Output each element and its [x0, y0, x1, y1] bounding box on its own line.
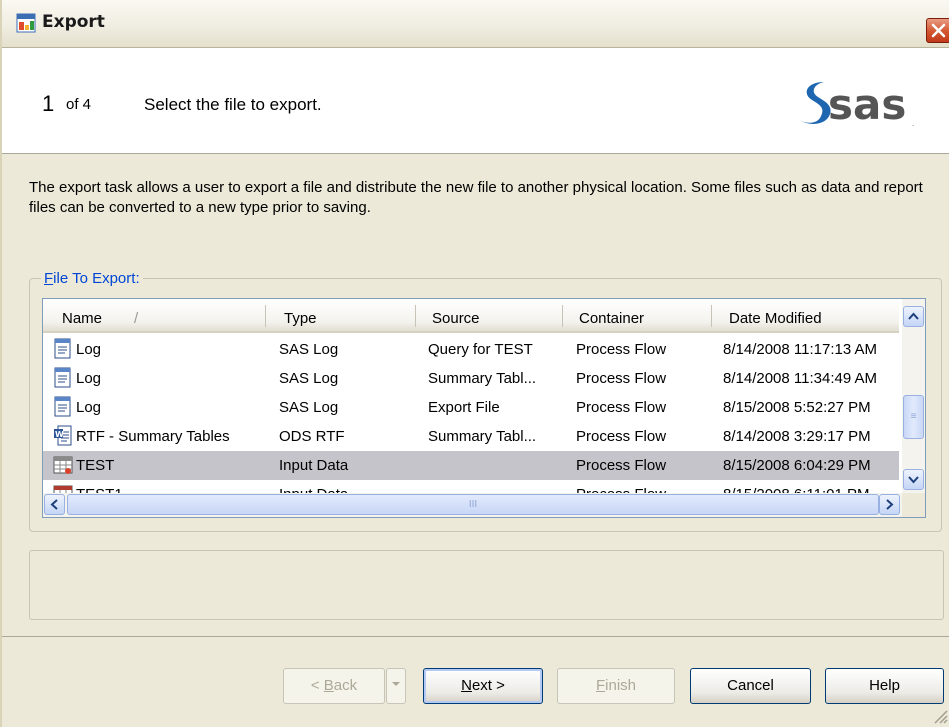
- back-label: ack: [333, 677, 358, 694]
- horizontal-scrollbar[interactable]: III: [43, 493, 902, 517]
- table-row[interactable]: Log SAS Log Query for TEST Process Flow …: [43, 335, 899, 364]
- chevron-up-icon: [908, 312, 919, 320]
- step-count: of 4: [66, 96, 92, 113]
- close-icon: [931, 23, 946, 38]
- scroll-down-button[interactable]: [903, 469, 924, 490]
- cell-source: Query for TEST: [428, 341, 533, 358]
- column-header-container[interactable]: Container: [579, 310, 644, 327]
- log-file-icon: [54, 367, 71, 388]
- svg-text:W: W: [55, 430, 64, 439]
- wizard-header: 1 of 4 Select the file to export. sas .: [2, 48, 949, 154]
- cell-date-modified: 8/14/2008 3:29:17 PM: [723, 428, 871, 445]
- vertical-scrollbar[interactable]: ≡: [902, 299, 925, 493]
- back-button[interactable]: < Back: [283, 668, 385, 704]
- cell-name: Log: [76, 341, 102, 358]
- svg-text:sas: sas: [828, 80, 906, 129]
- resize-grip-icon[interactable]: [930, 706, 948, 724]
- scroll-up-button[interactable]: [903, 306, 924, 327]
- cell-container: Process Flow: [576, 428, 667, 445]
- file-to-export-label: File To Export:: [41, 270, 143, 287]
- column-header-type[interactable]: Type: [284, 310, 317, 327]
- next-button[interactable]: Next >: [423, 668, 543, 704]
- column-header-name[interactable]: Name: [62, 310, 102, 327]
- cell-container: Process Flow: [576, 399, 667, 416]
- cell-type: SAS Log: [279, 341, 339, 358]
- cell-container: Process Flow: [576, 341, 667, 358]
- finish-button[interactable]: Finish: [557, 668, 675, 704]
- table-row[interactable]: W RTF - Summary Tables ODS RTF Summary T…: [43, 422, 899, 451]
- next-mnemonic: N: [461, 677, 472, 694]
- message-panel: [29, 550, 944, 620]
- cell-container: Process Flow: [576, 457, 667, 474]
- cell-source: Summary Tabl...: [428, 370, 537, 387]
- column-divider[interactable]: [265, 305, 266, 327]
- column-divider[interactable]: [562, 305, 563, 327]
- log-file-icon: [54, 338, 71, 359]
- column-divider[interactable]: [711, 305, 712, 327]
- file-to-export-mnemonic: F: [44, 270, 54, 287]
- step-title: Select the file to export.: [144, 95, 322, 114]
- back-history-dropdown[interactable]: [386, 668, 406, 704]
- cancel-button[interactable]: Cancel: [690, 668, 811, 704]
- window-title: Export: [42, 12, 105, 32]
- export-dialog: Export 1 of 4 Select the file to export.…: [0, 0, 949, 727]
- step-number: 1: [42, 91, 55, 116]
- svg-text:.: .: [912, 120, 914, 128]
- rtf-file-icon: W: [54, 425, 72, 446]
- cell-type: SAS Log: [279, 370, 339, 387]
- table-row[interactable]: Log SAS Log Summary Tabl... Process Flow…: [43, 364, 899, 393]
- finish-mnemonic: F: [595, 677, 606, 694]
- sort-indicator: /: [134, 310, 139, 327]
- cell-date-modified: 8/15/2008 5:52:27 PM: [723, 399, 871, 416]
- cell-source: Summary Tabl...: [428, 428, 537, 445]
- cell-date-modified: 8/14/2008 11:34:49 AM: [723, 370, 878, 387]
- title-bar[interactable]: Export: [2, 0, 949, 48]
- log-file-icon: [54, 396, 71, 417]
- scroll-thumb[interactable]: ≡: [903, 395, 924, 439]
- back-mnemonic: B: [323, 677, 334, 694]
- close-button[interactable]: [926, 18, 949, 43]
- table-row[interactable]: Log SAS Log Export File Process Flow 8/1…: [43, 393, 899, 422]
- cell-type: ODS RTF: [279, 428, 345, 445]
- sas-logo: sas .: [800, 80, 914, 129]
- chevron-down-icon: [908, 476, 919, 484]
- help-button[interactable]: Help: [825, 668, 944, 704]
- cell-type: Input Data: [279, 457, 349, 474]
- cell-type: SAS Log: [279, 399, 339, 416]
- next-label: ext >: [471, 677, 505, 694]
- task-description: The export task allows a user to export …: [29, 179, 923, 216]
- finish-label: inish: [605, 677, 637, 694]
- file-list[interactable]: Name / Type Source Container Date Modifi…: [42, 298, 926, 518]
- horizontal-scroll-thumb[interactable]: III: [67, 494, 879, 515]
- chevron-right-icon: [886, 499, 894, 510]
- cell-date-modified: 8/14/2008 11:17:13 AM: [723, 341, 878, 358]
- list-header: Name / Type Source Container Date Modifi…: [43, 299, 899, 333]
- cell-name: RTF - Summary Tables: [76, 428, 230, 445]
- scroll-corner: [902, 493, 925, 517]
- cell-container: Process Flow: [576, 370, 667, 387]
- column-divider[interactable]: [415, 305, 416, 327]
- table-row-selected[interactable]: TEST Input Data Process Flow 8/15/2008 6…: [43, 451, 899, 480]
- cell-name: TEST: [76, 457, 115, 474]
- export-app-icon: [16, 13, 36, 33]
- column-header-date-modified[interactable]: Date Modified: [729, 310, 822, 327]
- data-table-icon: [53, 456, 73, 474]
- cell-name: Log: [76, 399, 102, 416]
- cell-source: Export File: [428, 399, 500, 416]
- cell-name: Log: [76, 370, 102, 387]
- dropdown-arrow-icon: [392, 682, 400, 686]
- chevron-left-icon: [50, 499, 58, 510]
- scroll-left-button[interactable]: [44, 494, 65, 515]
- column-header-source[interactable]: Source: [432, 310, 480, 327]
- scroll-right-button[interactable]: [879, 494, 900, 515]
- cell-date-modified: 8/15/2008 6:04:29 PM: [723, 457, 871, 474]
- footer-divider: [2, 636, 949, 637]
- file-to-export-label-text: ile To Export:: [53, 270, 140, 287]
